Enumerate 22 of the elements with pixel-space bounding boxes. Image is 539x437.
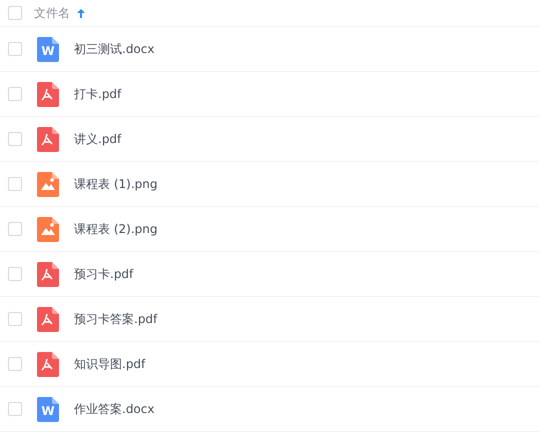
checkbox[interactable] [8,177,22,191]
word-document-icon: W [37,36,59,62]
sort-arrow-icon[interactable] [76,8,86,18]
checkbox[interactable] [8,357,22,371]
file-name[interactable]: 讲义.pdf [74,130,122,148]
word-document-icon: W [37,396,59,422]
file-name[interactable]: 初三测试.docx [74,40,154,58]
file-name[interactable]: 课程表 (2).png [74,220,158,238]
file-name[interactable]: 知识导图.pdf [74,355,146,373]
checkbox[interactable] [8,42,22,56]
checkbox[interactable] [8,87,22,101]
checkbox[interactable] [8,222,22,236]
checkbox[interactable] [8,6,22,20]
checkbox[interactable] [8,312,22,326]
file-name[interactable]: 课程表 (1).png [74,175,158,193]
checkbox[interactable] [8,132,22,146]
file-name[interactable]: 打卡.pdf [74,85,122,103]
checkbox[interactable] [8,267,22,281]
file-name[interactable]: 预习卡答案.pdf [74,310,158,328]
file-name[interactable]: 预习卡.pdf [74,265,134,283]
checkbox[interactable] [8,402,22,416]
file-name[interactable]: 作业答案.docx [74,400,154,418]
